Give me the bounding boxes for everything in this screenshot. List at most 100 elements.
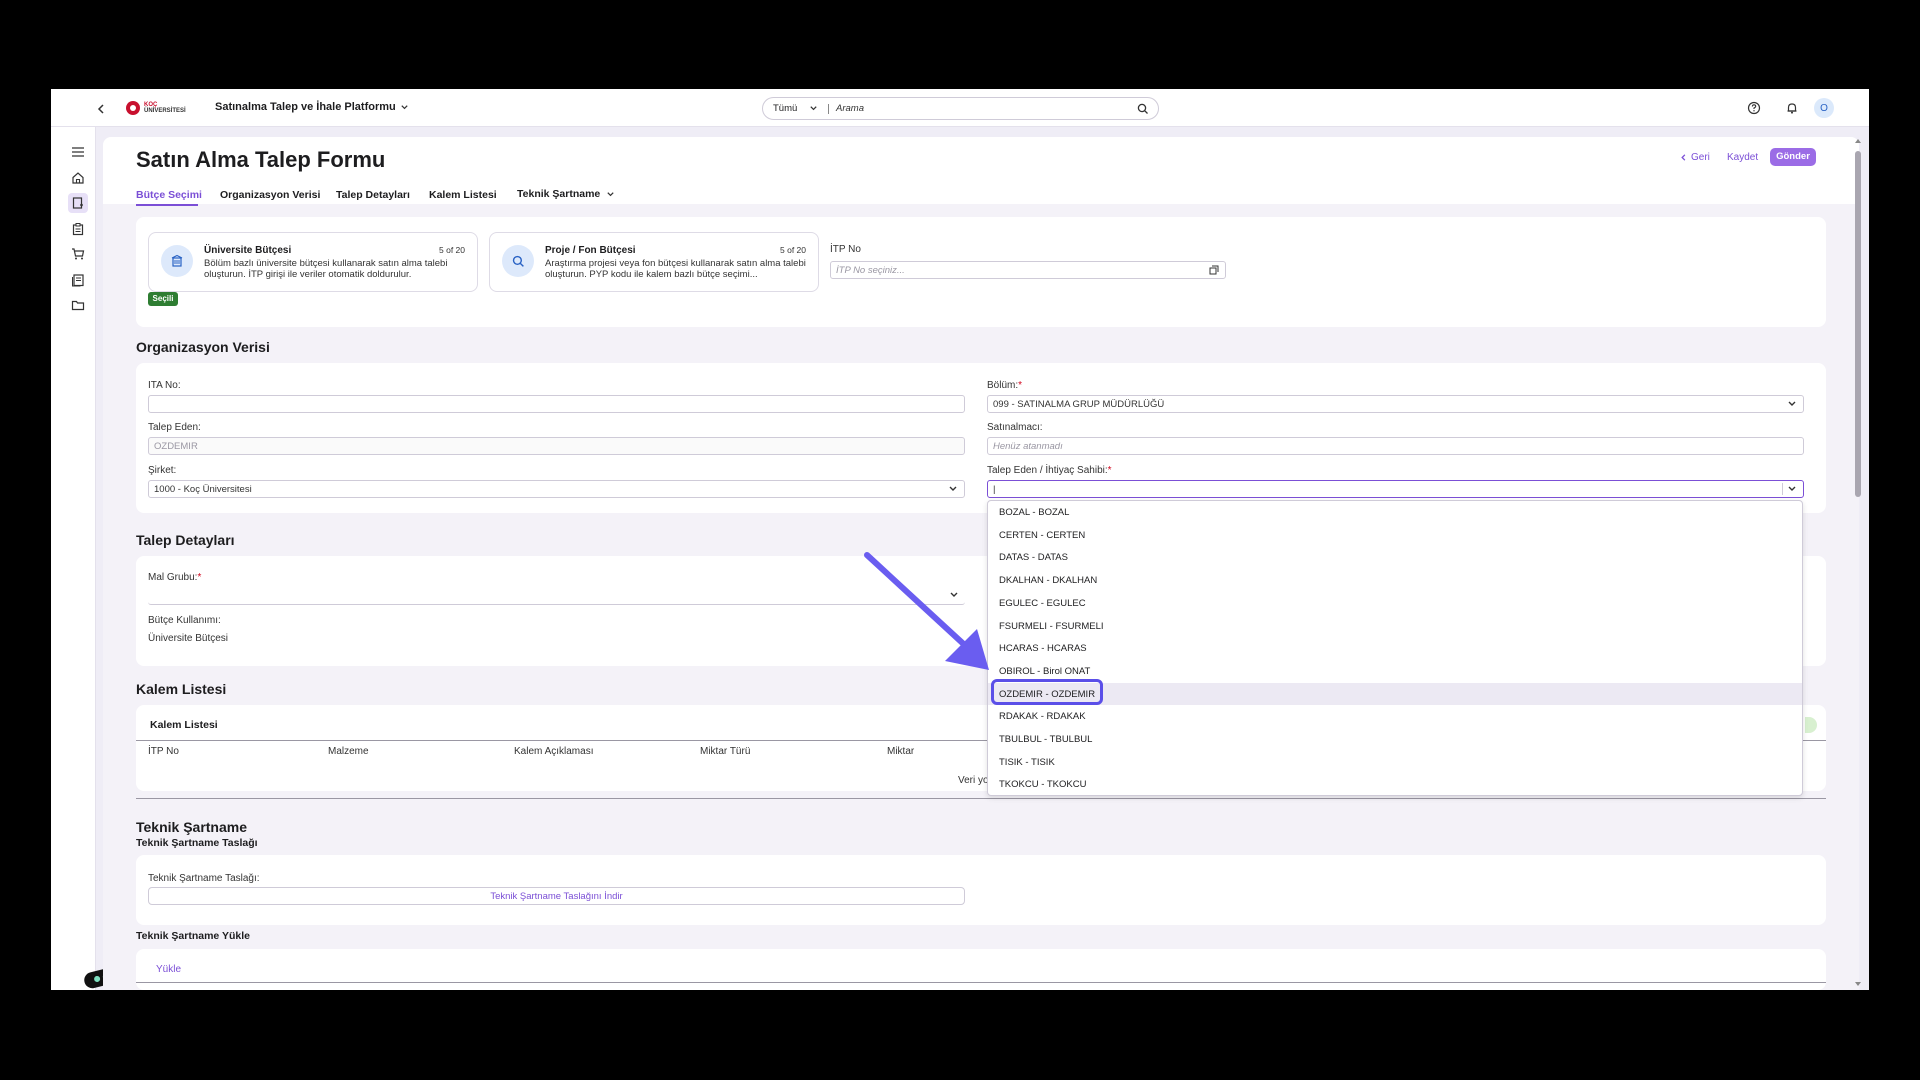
company-select[interactable]: 1000 - Koç Üniversitesi <box>148 480 965 498</box>
upload-spec-tab[interactable]: Yükle <box>156 964 181 975</box>
folder-icon[interactable] <box>68 295 88 315</box>
goods-group-select[interactable] <box>148 587 965 605</box>
spec-upload-section <box>136 949 1826 990</box>
help-icon[interactable] <box>1747 101 1761 115</box>
send-button[interactable]: Gönder <box>1770 148 1816 166</box>
scroll-up-icon[interactable] <box>1854 137 1862 145</box>
itp-placeholder: İTP No seçiniz... <box>836 265 905 276</box>
dropdown-option[interactable]: BOZAL - BOZAL <box>988 501 1802 523</box>
koc-logo-icon <box>126 101 140 115</box>
dropdown-option[interactable]: TISIK - TISIK <box>988 751 1802 773</box>
goods-group-label-text: Mal Grubu: <box>148 572 198 583</box>
cart-icon[interactable] <box>68 244 88 264</box>
tab-request-details[interactable]: Talep Detayları <box>336 189 410 201</box>
tab-organization-data[interactable]: Organizasyon Verisi <box>220 189 320 201</box>
budget-card-project[interactable]: Proje / Fon Bütçesi 5 of 20 Araştırma pr… <box>489 232 819 292</box>
tab-technical-spec[interactable]: Teknik Şartname <box>517 188 615 200</box>
budget-card-count: 5 of 20 <box>439 245 465 255</box>
dropdown-option[interactable]: RDAKAK - RDAKAK <box>988 705 1802 727</box>
chevron-left-icon <box>1681 154 1686 161</box>
no-data-text: Veri yo <box>958 775 989 786</box>
budget-card-title: Üniversite Bütçesi <box>204 245 292 256</box>
chevron-down-icon <box>810 106 817 111</box>
download-spec-draft-button[interactable]: Teknik Şartname Taslağını İndir <box>148 887 965 905</box>
dropdown-option[interactable]: EGULEC - EGULEC <box>988 592 1802 614</box>
company-value: 1000 - Koç Üniversitesi <box>154 484 252 495</box>
itp-input[interactable]: İTP No seçiniz... <box>830 261 1226 279</box>
tab-budget-selection[interactable]: Bütçe Seçimi <box>136 189 202 201</box>
brand-logo: KOÇ ÜNİVERSİTESİ <box>125 100 186 116</box>
budget-card-desc: Bölüm bazlı üniversite bütçesi kullanara… <box>204 258 448 280</box>
requester-label: Talep Eden: <box>148 422 201 433</box>
budget-card-count: 5 of 20 <box>780 245 806 255</box>
column-itp-no: İTP No <box>148 746 179 757</box>
dropdown-option[interactable]: HCARAS - HCARAS <box>988 637 1802 659</box>
items-card-title: Kalem Listesi <box>150 719 218 731</box>
user-avatar[interactable]: O <box>1814 98 1834 118</box>
ita-input[interactable] <box>148 395 965 413</box>
budget-card-desc: Araştırma projesi veya fon bütçesi kulla… <box>545 258 806 280</box>
budget-usage-label: Bütçe Kullanımı: <box>148 615 221 626</box>
tab-technical-spec-label: Teknik Şartname <box>517 188 601 200</box>
scroll-down-icon[interactable] <box>1854 980 1862 988</box>
request-form-icon[interactable] <box>68 193 88 213</box>
menu-icon[interactable] <box>68 142 88 162</box>
department-label-text: Bölüm: <box>987 380 1019 391</box>
bell-icon[interactable] <box>1785 101 1799 115</box>
dropdown-option[interactable]: DKALHAN - DKALHAN <box>988 569 1802 591</box>
vertical-scrollbar[interactable] <box>1853 137 1863 990</box>
dropdown-option[interactable]: TKOKCU - TKOKCU <box>988 773 1802 795</box>
budget-card-university[interactable]: Üniversite Bütçesi 5 of 20 Bölüm bazlı ü… <box>148 232 478 292</box>
dropdown-option[interactable]: CERTEN - CERTEN <box>988 524 1802 546</box>
column-quantity: Miktar <box>887 746 915 757</box>
goods-group-label: Mal Grubu:* <box>148 572 202 583</box>
avatar-initial: O <box>1820 102 1828 114</box>
back-button-label: Geri <box>1691 152 1710 163</box>
requester-input: OZDEMIR <box>148 437 965 455</box>
value-help-icon[interactable] <box>1209 265 1219 275</box>
back-button[interactable]: Geri <box>1679 152 1710 163</box>
platform-switcher[interactable]: Satınalma Talep ve İhale Platformu <box>215 101 409 113</box>
documents-icon[interactable] <box>68 270 88 290</box>
brand-line2: ÜNİVERSİTESİ <box>144 108 186 114</box>
column-material: Malzeme <box>328 746 369 757</box>
department-value: 099 - SATINALMA GRUP MÜDÜRLÜĞÜ <box>993 399 1165 410</box>
search-bar: Tümü Arama <box>762 97 1159 120</box>
dropdown-option-highlighted[interactable]: OZDEMIR - OZDEMIR <box>988 682 1802 705</box>
highlight-box <box>991 679 1103 705</box>
scrollbar-thumb[interactable] <box>1855 151 1861 497</box>
dropdown-option[interactable]: TBULBUL - TBULBUL <box>988 728 1802 750</box>
chevron-down-icon <box>607 191 614 196</box>
department-select[interactable]: 099 - SATINALMA GRUP MÜDÜRLÜĞÜ <box>987 395 1804 413</box>
search-scope-select[interactable]: Tümü <box>773 103 818 114</box>
chevron-down-icon[interactable] <box>1787 484 1797 494</box>
buyer-input: Henüz atanmadı <box>987 437 1804 455</box>
save-button[interactable]: Kaydet <box>1727 152 1758 163</box>
dropdown-option[interactable]: DATAS - DATAS <box>988 546 1802 568</box>
org-section-title: Organizasyon Verisi <box>136 339 270 355</box>
buyer-label: Satınalmacı: <box>987 422 1043 433</box>
app-window: KOÇ ÜNİVERSİTESİ Satınalma Talep ve İhal… <box>51 89 1869 990</box>
owner-combobox[interactable]: | <box>987 480 1804 498</box>
company-label: Şirket: <box>148 465 177 476</box>
chevron-down-icon <box>1788 401 1796 406</box>
spec-section-title: Teknik Şartname <box>136 819 248 835</box>
search-input[interactable]: Arama <box>836 103 864 114</box>
tab-item-list[interactable]: Kalem Listesi <box>429 189 497 201</box>
owner-label-text: Talep Eden / İhtiyaç Sahibi: <box>987 465 1108 476</box>
owner-input-value: | <box>993 484 996 495</box>
clipboard-icon[interactable] <box>68 219 88 239</box>
department-label: Bölüm:* <box>987 380 1023 391</box>
dropdown-option[interactable]: FSURMELI - FSURMELI <box>988 615 1802 637</box>
items-footer-divider <box>136 798 1826 799</box>
items-section-title: Kalem Listesi <box>136 681 227 697</box>
back-nav-icon[interactable] <box>95 102 107 114</box>
chevron-down-icon <box>949 486 957 491</box>
details-section-title: Talep Detayları <box>136 532 235 548</box>
dropdown-option[interactable]: OBIROL - Birol ONAT <box>988 660 1802 682</box>
search-divider <box>828 104 829 114</box>
selected-badge: Seçili <box>148 292 178 306</box>
search-icon[interactable] <box>1137 103 1149 115</box>
home-icon[interactable] <box>68 168 88 188</box>
page-title: Satın Alma Talep Formu <box>136 147 386 172</box>
